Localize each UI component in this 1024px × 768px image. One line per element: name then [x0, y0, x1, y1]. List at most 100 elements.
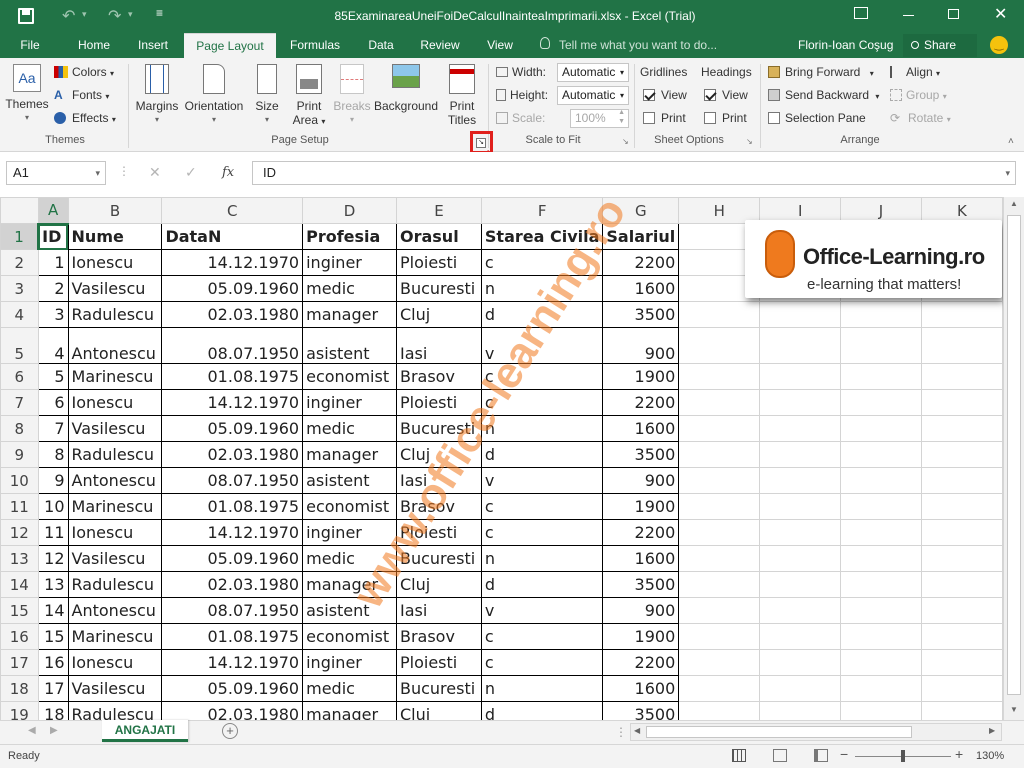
- empty-cell[interactable]: [840, 649, 922, 676]
- empty-cell[interactable]: [840, 597, 922, 624]
- empty-cell[interactable]: [678, 571, 761, 598]
- empty-cell[interactable]: [920, 701, 1003, 720]
- scroll-down-icon[interactable]: ▼: [1010, 705, 1018, 714]
- header-cell[interactable]: Profesia: [302, 223, 397, 250]
- empty-cell[interactable]: [678, 363, 761, 390]
- cell[interactable]: Brasov: [395, 363, 482, 390]
- empty-cell[interactable]: [840, 623, 922, 650]
- cell[interactable]: medic: [302, 415, 397, 442]
- cell[interactable]: Radulescu: [67, 701, 163, 720]
- header-cell[interactable]: DataN: [161, 223, 304, 250]
- empty-cell[interactable]: [678, 467, 761, 494]
- save-icon[interactable]: [18, 8, 34, 24]
- empty-cell[interactable]: [759, 649, 842, 676]
- empty-cell[interactable]: [678, 649, 761, 676]
- empty-cell[interactable]: [840, 545, 922, 572]
- cell[interactable]: 05.09.1960: [161, 545, 304, 572]
- headings-view-checkbox[interactable]: View: [704, 87, 748, 103]
- rotate-button[interactable]: ⟳ Rotate ▾: [890, 110, 951, 128]
- empty-cell[interactable]: [678, 675, 761, 702]
- cancel-entry-icon[interactable]: ✕: [149, 164, 161, 181]
- insert-function-icon[interactable]: fx: [222, 165, 234, 180]
- zoom-in-icon[interactable]: +: [955, 746, 963, 762]
- cell[interactable]: n: [480, 545, 604, 572]
- cell[interactable]: Brasov: [395, 623, 482, 650]
- column-header[interactable]: B: [67, 197, 163, 224]
- zoom-out-icon[interactable]: −: [840, 746, 848, 762]
- enter-entry-icon[interactable]: ✓: [185, 164, 197, 181]
- cell[interactable]: v: [480, 467, 604, 494]
- select-all-corner[interactable]: [0, 197, 39, 224]
- empty-cell[interactable]: [759, 363, 842, 390]
- undo-icon[interactable]: ↶: [62, 6, 75, 26]
- empty-cell[interactable]: [678, 701, 761, 720]
- empty-cell[interactable]: [920, 519, 1003, 546]
- cell[interactable]: Antonescu: [67, 327, 163, 364]
- column-header[interactable]: E: [395, 197, 482, 224]
- zoom-level[interactable]: 130%: [976, 750, 1004, 762]
- sheet-scroll-left-icon[interactable]: ◀: [28, 725, 36, 736]
- empty-cell[interactable]: [678, 519, 761, 546]
- cell[interactable]: 08.07.1950: [161, 467, 304, 494]
- empty-cell[interactable]: [678, 623, 761, 650]
- cell[interactable]: 7: [37, 415, 69, 442]
- empty-cell[interactable]: [920, 623, 1003, 650]
- cell[interactable]: Antonescu: [67, 597, 163, 624]
- width-select[interactable]: Automatic ▾: [557, 63, 629, 82]
- cell[interactable]: 3500: [602, 441, 680, 468]
- cell[interactable]: 02.03.1980: [161, 701, 304, 720]
- normal-view-icon[interactable]: [732, 749, 746, 762]
- empty-cell[interactable]: [678, 327, 761, 364]
- empty-cell[interactable]: [759, 675, 842, 702]
- page-break-preview-icon[interactable]: [814, 749, 828, 762]
- share-button[interactable]: Share: [903, 34, 977, 57]
- hscroll-right-icon[interactable]: ▶: [989, 726, 995, 735]
- cell[interactable]: 14: [37, 597, 69, 624]
- empty-cell[interactable]: [840, 415, 922, 442]
- cell[interactable]: Cluj: [395, 301, 482, 328]
- empty-cell[interactable]: [920, 571, 1003, 598]
- cell[interactable]: Vasilescu: [67, 275, 163, 302]
- cell[interactable]: 5: [37, 363, 69, 390]
- empty-cell[interactable]: [759, 597, 842, 624]
- cell[interactable]: 14.12.1970: [161, 249, 304, 276]
- cell[interactable]: 8: [37, 441, 69, 468]
- cell[interactable]: Radulescu: [67, 301, 163, 328]
- empty-cell[interactable]: [840, 389, 922, 416]
- vertical-scrollbar[interactable]: ▲ ▼: [1003, 197, 1024, 720]
- cell[interactable]: d: [480, 441, 604, 468]
- empty-cell[interactable]: [840, 701, 922, 720]
- cell[interactable]: 3500: [602, 571, 680, 598]
- cell[interactable]: asistent: [302, 467, 397, 494]
- cell[interactable]: inginer: [302, 389, 397, 416]
- empty-cell[interactable]: [759, 493, 842, 520]
- tab-data[interactable]: Data: [360, 33, 402, 58]
- cell[interactable]: 900: [602, 597, 680, 624]
- row-header[interactable]: 1: [0, 223, 40, 250]
- headings-print-checkbox[interactable]: Print: [704, 110, 747, 126]
- empty-cell[interactable]: [840, 327, 922, 364]
- cell[interactable]: 4: [37, 327, 69, 364]
- maximize-icon[interactable]: [948, 9, 959, 19]
- cell[interactable]: 3500: [602, 701, 680, 720]
- empty-cell[interactable]: [759, 441, 842, 468]
- sheet-scroll-right-icon[interactable]: ▶: [50, 725, 58, 736]
- row-header[interactable]: 15: [0, 597, 39, 624]
- horizontal-scroll-thumb[interactable]: [646, 726, 912, 738]
- tab-page-layout[interactable]: Page Layout: [184, 33, 276, 58]
- cell[interactable]: 14.12.1970: [161, 519, 304, 546]
- cell[interactable]: c: [480, 519, 604, 546]
- row-header[interactable]: 17: [0, 649, 39, 676]
- empty-cell[interactable]: [759, 415, 842, 442]
- row-header[interactable]: 16: [0, 623, 39, 650]
- empty-cell[interactable]: [759, 571, 842, 598]
- cell[interactable]: Radulescu: [67, 441, 163, 468]
- cell[interactable]: Iasi: [395, 597, 482, 624]
- cell[interactable]: 2200: [602, 249, 680, 276]
- empty-cell[interactable]: [840, 519, 922, 546]
- cell[interactable]: 900: [602, 327, 680, 364]
- row-header[interactable]: 3: [0, 275, 39, 302]
- tab-insert[interactable]: Insert: [128, 33, 178, 58]
- cell[interactable]: 1900: [602, 493, 680, 520]
- empty-cell[interactable]: [920, 415, 1003, 442]
